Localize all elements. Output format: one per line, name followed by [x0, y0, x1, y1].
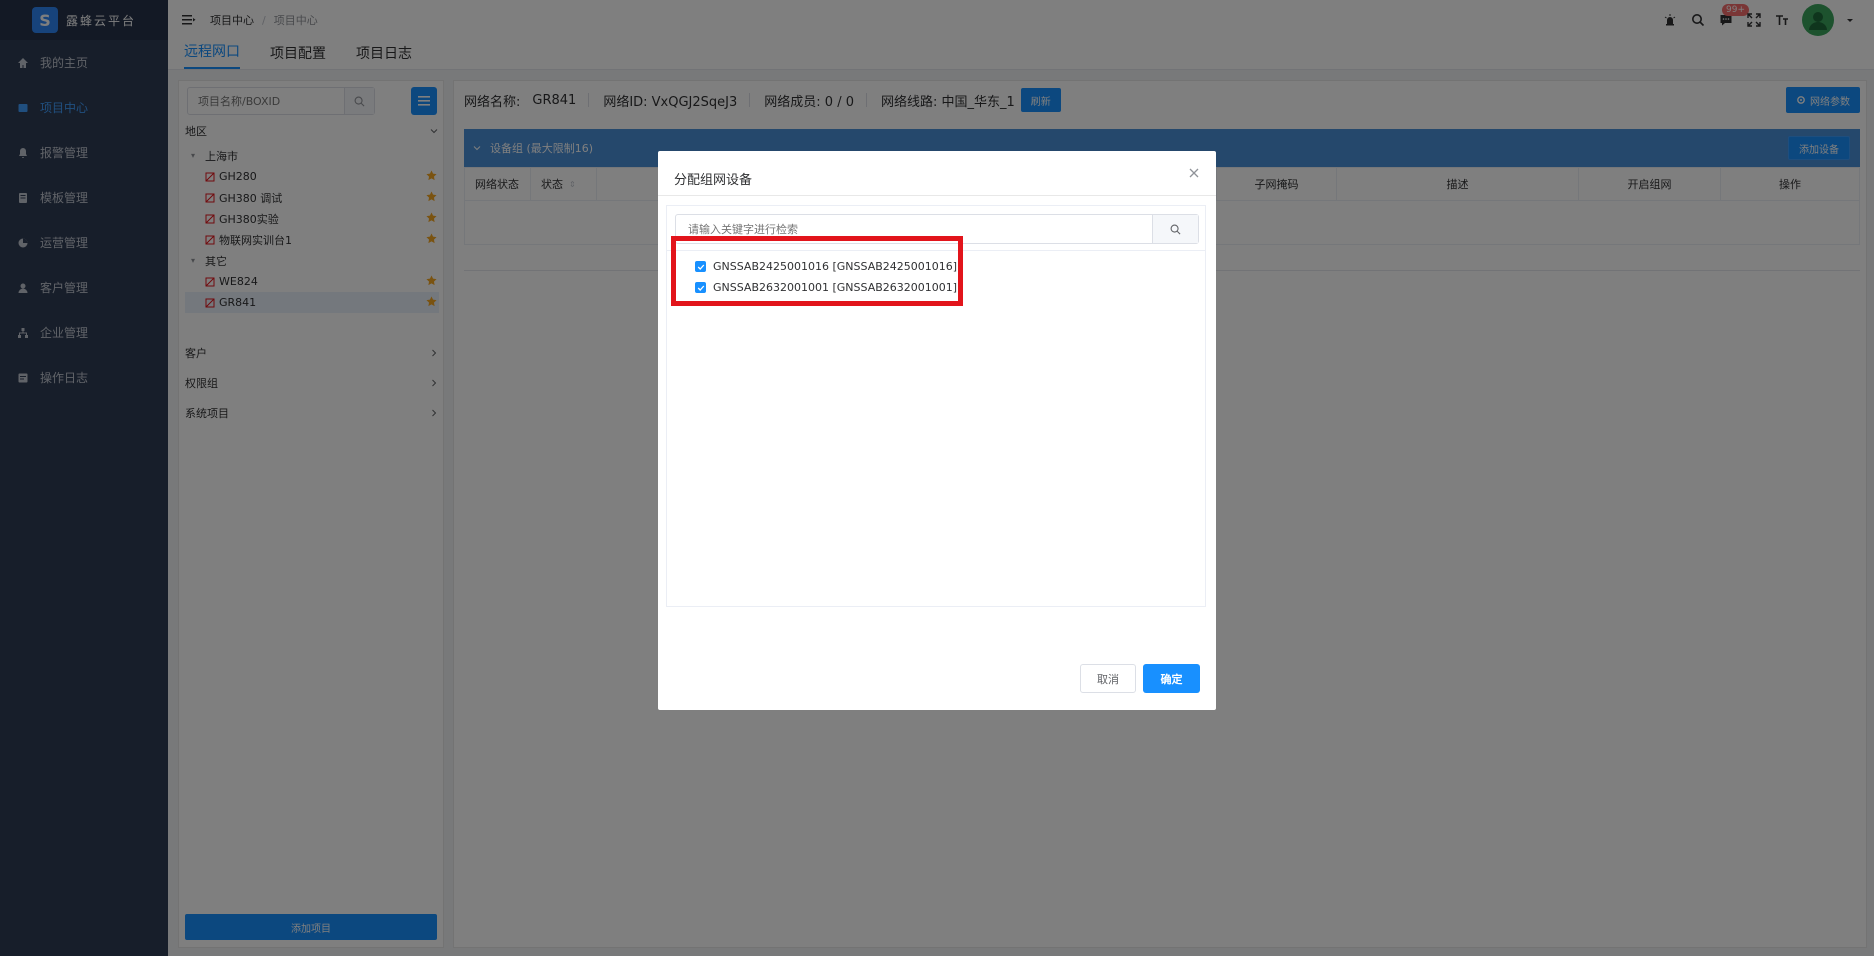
dialog-title: 分配组网设备	[674, 173, 753, 188]
confirm-button[interactable]: 确定	[1143, 664, 1200, 693]
cancel-button[interactable]: 取消	[1080, 664, 1136, 693]
divider	[658, 195, 1216, 196]
assign-device-dialog: 分配组网设备 GNSSAB2425001016 [GNSSAB242500101…	[658, 151, 1216, 710]
highlight-box	[671, 236, 963, 306]
search-icon[interactable]	[1152, 215, 1198, 243]
close-icon[interactable]	[1188, 167, 1200, 179]
